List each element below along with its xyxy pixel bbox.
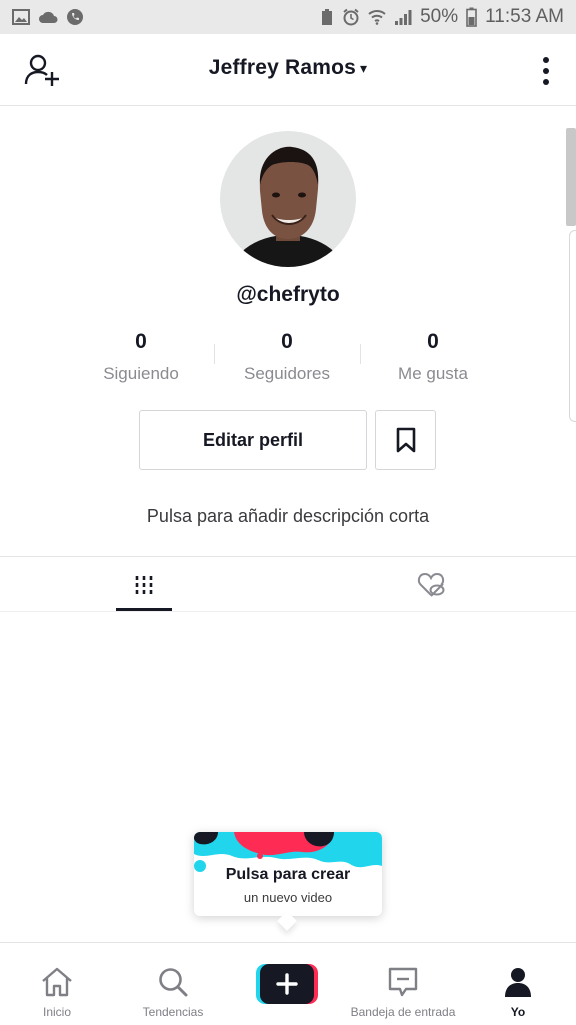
battery-saver-icon bbox=[320, 8, 334, 26]
more-options-button[interactable] bbox=[542, 56, 550, 86]
favorites-button[interactable] bbox=[375, 410, 436, 470]
vertical-dots-icon bbox=[543, 57, 549, 85]
cloud-icon bbox=[38, 10, 58, 24]
followers-count: 0 bbox=[281, 330, 293, 353]
battery-percent: 50% bbox=[420, 6, 459, 27]
profile-stats: 0 Siguiendo 0 Seguidores 0 Me gusta bbox=[68, 330, 508, 390]
edit-profile-label: Editar perfil bbox=[202, 429, 304, 450]
create-video-button[interactable] bbox=[256, 964, 318, 1004]
profile-header: Jeffrey Ramos ▾ bbox=[0, 34, 576, 106]
nav-discover-label: Tendencias bbox=[142, 1005, 204, 1019]
edit-profile-button[interactable]: Editar perfil bbox=[139, 410, 367, 470]
gallery-icon bbox=[12, 9, 30, 25]
status-right-icons: 50% 11:53 AM bbox=[320, 6, 564, 28]
alarm-icon bbox=[342, 8, 360, 26]
account-switcher[interactable]: Jeffrey Ramos ▾ bbox=[0, 56, 576, 80]
nav-inbox-label: Bandeja de entrada bbox=[350, 1005, 456, 1019]
wifi-icon bbox=[368, 9, 386, 25]
caret-down-icon: ▾ bbox=[360, 59, 368, 76]
nav-inbox[interactable]: Bandeja de entrada bbox=[338, 943, 468, 1025]
active-tab-indicator bbox=[116, 608, 172, 611]
following-count: 0 bbox=[135, 330, 147, 353]
nav-profile-label: Yo bbox=[510, 1005, 526, 1019]
search-icon bbox=[159, 968, 188, 997]
page-title: Jeffrey Ramos bbox=[208, 56, 357, 79]
username: @chefryto bbox=[236, 283, 340, 306]
signal-icon bbox=[394, 9, 412, 25]
tab-videos[interactable] bbox=[116, 557, 172, 613]
likes-label: Me gusta bbox=[398, 364, 468, 383]
home-icon bbox=[42, 967, 72, 997]
tooltip-subtitle: un nuevo video bbox=[243, 890, 333, 905]
following-label: Siguiendo bbox=[103, 364, 179, 383]
tab-liked-videos[interactable] bbox=[404, 557, 460, 613]
status-bar: 50% 11:53 AM bbox=[0, 0, 576, 34]
nav-home-label: Inicio bbox=[42, 1005, 71, 1019]
bookmark-icon bbox=[396, 427, 415, 453]
liked-hidden-icon bbox=[417, 572, 445, 597]
clock: 11:53 AM bbox=[485, 6, 564, 27]
avatar-photo bbox=[220, 131, 356, 267]
stat-followers[interactable]: 0 Seguidores bbox=[214, 330, 360, 390]
nav-home[interactable]: Inicio bbox=[28, 943, 86, 1025]
nav-profile[interactable]: Yo bbox=[494, 943, 542, 1025]
scrollbar-thumb[interactable] bbox=[566, 128, 576, 226]
likes-count: 0 bbox=[427, 330, 439, 353]
followers-label: Seguidores bbox=[243, 364, 330, 383]
plus-icon bbox=[256, 964, 318, 1004]
status-left-icons bbox=[12, 8, 84, 26]
create-video-tooltip[interactable]: Pulsa para crear un nuevo video bbox=[194, 832, 382, 916]
whatsapp-icon bbox=[66, 8, 84, 26]
nav-discover[interactable]: Tendencias bbox=[128, 943, 218, 1025]
inbox-icon bbox=[388, 967, 418, 997]
profile-icon bbox=[505, 968, 531, 997]
tooltip-title: Pulsa para crear bbox=[225, 866, 351, 883]
videos-grid-icon bbox=[135, 576, 153, 594]
profile-tabs bbox=[0, 556, 576, 612]
edge-handle[interactable] bbox=[569, 230, 576, 422]
stat-following[interactable]: 0 Siguiendo bbox=[68, 330, 214, 390]
avatar[interactable] bbox=[220, 131, 356, 267]
battery-icon bbox=[466, 7, 477, 27]
bio-placeholder[interactable]: Pulsa para añadir descripción corta bbox=[0, 506, 576, 527]
stat-likes[interactable]: 0 Me gusta bbox=[360, 330, 506, 390]
